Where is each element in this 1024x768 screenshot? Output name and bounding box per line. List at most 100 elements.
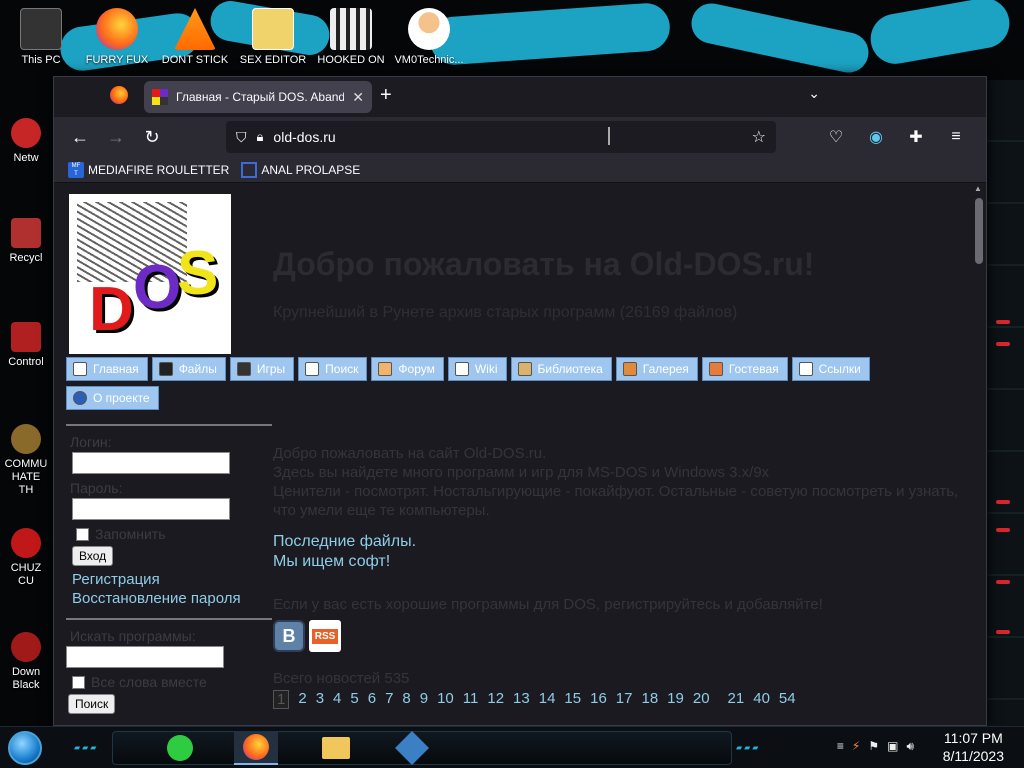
- page-link[interactable]: 54: [779, 690, 796, 709]
- desktop-icon-chuz[interactable]: CHUZ CU: [4, 528, 48, 588]
- info-icon: [73, 391, 87, 405]
- page-link[interactable]: 4: [333, 690, 341, 709]
- desktop-icon-recycle-bin[interactable]: Recycl: [4, 218, 48, 264]
- page-link[interactable]: 9: [420, 690, 428, 709]
- page-link[interactable]: 21: [728, 690, 745, 709]
- taskbar-app-firefox[interactable]: [234, 731, 278, 765]
- remember-checkbox[interactable]: [76, 527, 89, 541]
- hxd-icon: [252, 8, 294, 50]
- recycle-bin-icon: [11, 218, 41, 248]
- search-input[interactable]: [66, 646, 224, 668]
- taskbar-app-virtualbox[interactable]: [390, 731, 434, 765]
- page-link[interactable]: 11: [463, 690, 479, 709]
- page-link[interactable]: 3: [316, 690, 324, 709]
- scroll-thumb[interactable]: [975, 198, 983, 264]
- lock-icon[interactable]: 🔒︎: [257, 129, 264, 145]
- bookmark-second[interactable]: ANAL PROLAPSE: [241, 161, 360, 178]
- page-link[interactable]: 20: [693, 690, 710, 709]
- page-link[interactable]: 6: [368, 690, 376, 709]
- menu-guestbook[interactable]: Гостевая: [701, 357, 788, 381]
- bookmarks-toolbar: MF T MEDIAFIRE ROULETTER ANAL PROLAPSE: [54, 157, 986, 183]
- login-button[interactable]: Вход: [72, 546, 114, 566]
- menu-links[interactable]: Ссылки: [791, 357, 870, 381]
- desktop-icon-hooked-on[interactable]: HOOKED ON: [312, 8, 390, 66]
- new-tab-button[interactable]: +: [380, 84, 392, 107]
- page-link[interactable]: 13: [513, 690, 530, 709]
- volume-icon[interactable]: 🔊︎: [906, 739, 914, 754]
- page-link[interactable]: 7: [385, 690, 393, 709]
- desktop-icon-commu[interactable]: COMMU HATE TH: [4, 424, 48, 497]
- menu-library[interactable]: Библиотека: [510, 357, 612, 381]
- scroll-up-icon[interactable]: ▲: [974, 184, 982, 193]
- language-icon[interactable]: ⚡: [852, 739, 860, 754]
- page-link[interactable]: 14: [539, 690, 556, 709]
- menu-games[interactable]: Игры: [229, 357, 295, 381]
- menu-wiki[interactable]: Wiki: [447, 357, 507, 381]
- taskbar-app-explorer[interactable]: [314, 731, 358, 765]
- doctor-icon: [408, 8, 450, 50]
- desktop-icon-this-pc[interactable]: This PC: [2, 8, 80, 66]
- desktop-icon-sex-editor[interactable]: SEX EDITOR: [234, 8, 312, 66]
- desktop-icon-network[interactable]: Netw: [4, 118, 48, 164]
- vk-icon[interactable]: В: [273, 620, 305, 652]
- bookmark-mediafire[interactable]: MF T MEDIAFIRE ROULETTER: [68, 161, 229, 178]
- menu-forum[interactable]: Форум: [371, 357, 444, 381]
- page-link[interactable]: 15: [564, 690, 581, 709]
- extensions-icon[interactable]: ✚: [900, 121, 932, 153]
- taskbar-app-chat[interactable]: [158, 731, 202, 765]
- clock[interactable]: 11:07 PM 8/11/2023: [943, 729, 1004, 765]
- page-link[interactable]: 8: [402, 690, 410, 709]
- login-input[interactable]: [72, 452, 230, 474]
- register-link[interactable]: Регистрация: [72, 570, 272, 589]
- reload-icon[interactable]: ↻: [136, 121, 168, 153]
- flag-icon[interactable]: ⚑: [868, 739, 879, 754]
- network-tray-icon[interactable]: ▣: [887, 739, 898, 754]
- desktop-icon-download[interactable]: Down Black: [4, 632, 48, 692]
- page-scrollbar[interactable]: ▲: [972, 184, 986, 725]
- desktop-icon-control-panel[interactable]: Control: [4, 322, 48, 368]
- firefox-view-icon[interactable]: [110, 86, 128, 104]
- page-link[interactable]: 18: [641, 690, 658, 709]
- pocket-icon[interactable]: ♡: [820, 121, 852, 153]
- menu-about[interactable]: О проекте: [66, 386, 159, 410]
- page-link[interactable]: 10: [437, 690, 454, 709]
- page-link[interactable]: 40: [753, 690, 770, 709]
- forward-arrow-icon[interactable]: →: [100, 121, 132, 153]
- rss-icon[interactable]: RSS: [309, 620, 341, 652]
- bookmark-star-icon[interactable]: ☆: [752, 127, 766, 147]
- list-all-tabs-chevron-icon[interactable]: ⌄: [808, 85, 820, 102]
- sidebar: Логин: Пароль: Запомнить Вход Регистраци…: [66, 424, 272, 718]
- all-words-checkbox[interactable]: [72, 675, 85, 689]
- tab-close-icon[interactable]: ✕: [352, 89, 364, 106]
- back-arrow-icon[interactable]: ←: [64, 121, 96, 153]
- account-icon[interactable]: ◉: [860, 121, 892, 153]
- address-bar[interactable]: ⛉ 🔒︎ old-dos.ru ☆: [226, 121, 776, 153]
- main-links: Последние файлы. Мы ищем софт!: [273, 532, 416, 572]
- menu-home[interactable]: Главная: [66, 357, 148, 381]
- page-link[interactable]: 12: [487, 690, 504, 709]
- url-text[interactable]: old-dos.ru: [273, 129, 335, 145]
- search-button[interactable]: Поиск: [68, 694, 116, 714]
- menu-gallery[interactable]: Галерея: [615, 357, 698, 381]
- page-link[interactable]: 2: [298, 690, 306, 709]
- desktop-icon-furry-fux[interactable]: FURRY FUX: [78, 8, 156, 66]
- show-desktop-icon[interactable]: ≡: [837, 739, 844, 754]
- page-link[interactable]: 16: [590, 690, 607, 709]
- start-orb-icon[interactable]: [8, 731, 42, 765]
- desktop-icon-dont-stick[interactable]: DONT STICK: [156, 8, 234, 66]
- menu-search[interactable]: Поиск: [298, 357, 368, 381]
- page-link[interactable]: 5: [350, 690, 358, 709]
- latest-files-link[interactable]: Последние файлы.: [273, 532, 416, 552]
- restore-password-link[interactable]: Восстановление пароля: [72, 589, 272, 608]
- menu-hamburger-icon[interactable]: ≡: [940, 121, 972, 153]
- divider: [66, 424, 272, 426]
- password-input[interactable]: [72, 498, 230, 520]
- desktop-icon-vm0technic[interactable]: VM0Technic...: [390, 8, 468, 66]
- menu-files[interactable]: Файлы: [151, 357, 226, 381]
- page-link-current[interactable]: 1: [273, 690, 290, 709]
- tab-old-dos[interactable]: Главная - Старый DOS. Aband ✕: [144, 81, 372, 113]
- shield-icon[interactable]: ⛉: [236, 129, 247, 146]
- page-link[interactable]: 17: [616, 690, 633, 709]
- wanted-software-link[interactable]: Мы ищем софт!: [273, 552, 416, 572]
- page-link[interactable]: 19: [667, 690, 684, 709]
